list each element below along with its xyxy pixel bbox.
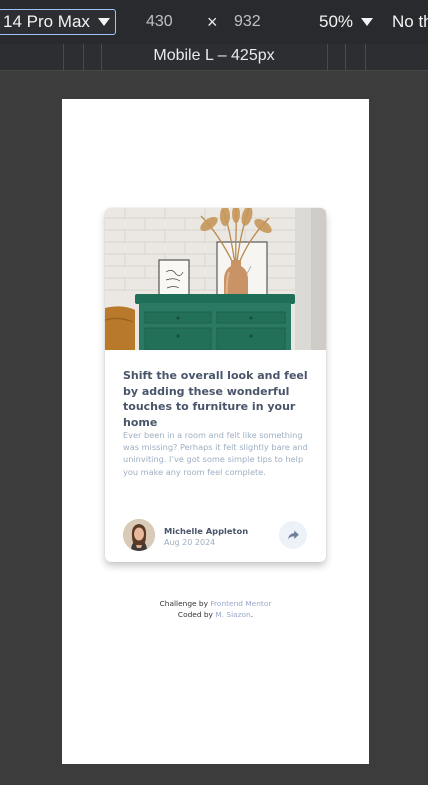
attribution-coder-suffix: .	[250, 610, 254, 619]
attribution: Challenge by Frontend Mentor Coded by M.…	[62, 598, 369, 620]
frontend-mentor-link[interactable]: Frontend Mentor	[210, 599, 271, 608]
author-name: Michelle Appleton	[164, 526, 249, 536]
attribution-coder-prefix: Coded by	[177, 610, 216, 619]
throttle-select[interactable]: No th	[392, 12, 428, 32]
media-query-ruler: Mobile L – 425px	[0, 44, 428, 71]
breakpoint-label[interactable]: Mobile L – 425px	[0, 47, 428, 65]
device-name: 14 Pro Max	[3, 12, 90, 31]
share-button[interactable]	[279, 521, 307, 549]
caret-down-icon	[361, 18, 374, 26]
device-select[interactable]: 14 Pro Max	[0, 9, 116, 35]
publish-date: Aug 20 2024	[164, 538, 216, 547]
zoom-value: 50%	[319, 12, 354, 31]
article-card: Shift the overall look and feel by addin…	[105, 208, 326, 562]
emulated-viewport: Shift the overall look and feel by addin…	[62, 99, 369, 764]
article-description: Ever been in a room and felt like someth…	[123, 430, 308, 477]
avatar	[123, 519, 155, 551]
coder-link[interactable]: M. Siazon	[215, 610, 250, 619]
width-input[interactable]: 430	[146, 13, 173, 31]
attribution-line-coder: Coded by M. Siazon.	[62, 609, 369, 620]
times-separator: ×	[207, 12, 218, 32]
height-input[interactable]: 932	[234, 13, 261, 31]
attribution-challenge-prefix: Challenge by	[159, 599, 211, 608]
attribution-line-challenge: Challenge by Frontend Mentor	[62, 598, 369, 609]
zoom-select[interactable]: 50%	[319, 12, 374, 32]
article-image	[105, 208, 326, 350]
caret-down-icon	[97, 18, 110, 26]
furniture-photo	[105, 208, 326, 350]
share-arrow-icon	[287, 530, 299, 540]
author-portrait	[123, 519, 155, 551]
devtools-device-toolbar: 14 Pro Max 430 × 932 50% No th	[0, 0, 428, 45]
article-title: Shift the overall look and feel by addin…	[123, 369, 308, 429]
